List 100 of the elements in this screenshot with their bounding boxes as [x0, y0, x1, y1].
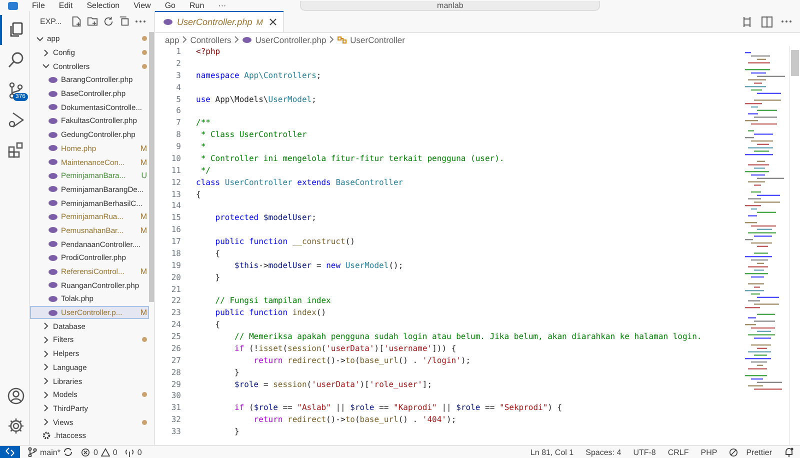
warning-count: 0 — [112, 448, 118, 456]
breadcrumb-item[interactable]: UserController.php — [255, 34, 326, 44]
line-number: 12 — [170, 176, 181, 188]
run-debug-icon — [6, 111, 24, 129]
editor-tab[interactable]: UserController.php M — [155, 11, 284, 32]
split-editor-icon[interactable] — [761, 16, 773, 28]
code-line: return redirect()->to(base_url() . '/login'); — [252, 354, 471, 367]
code-line: // Memeriksa apakah pengguna sudah login atau belum. Jika belum, akan diarahkan ke halaman login. — [234, 331, 702, 343]
line-number: 10 — [170, 152, 181, 165]
code-line: public function __construct() — [214, 236, 355, 248]
code-line: namespace App\Controllers; — [196, 70, 322, 82]
remote-icon[interactable] — [0, 446, 20, 458]
code-line: { — [196, 188, 201, 200]
new-file-icon[interactable] — [70, 16, 82, 27]
prohibited-icon — [729, 448, 738, 456]
menu-item[interactable]: Edit — [58, 0, 73, 10]
breadcrumb-item[interactable]: app — [165, 34, 180, 44]
status-item[interactable]: Ln 81, Col 1 — [530, 448, 574, 456]
code-line: if ($role == "Aslab" || $role == "Kaprodi" || $role == "Sekprodi") { — [234, 402, 562, 414]
code-line: <?php — [196, 46, 220, 58]
collapse-icon[interactable] — [118, 16, 130, 27]
menu-item[interactable]: File — [32, 0, 45, 10]
warning-icon — [100, 448, 110, 456]
breadcrumb-item[interactable]: UserController — [350, 34, 405, 44]
app-logo-icon — [8, 2, 18, 10]
class-icon — [337, 34, 348, 44]
error-count: 0 — [93, 448, 98, 456]
search-icon — [6, 51, 24, 69]
branch-status[interactable]: main* — [28, 447, 74, 457]
menu-item[interactable]: Selection — [86, 0, 120, 10]
line-number: 18 — [170, 248, 181, 260]
line-number: 15 — [170, 212, 181, 224]
menu-item[interactable]: ··· — [218, 0, 226, 10]
line-number: 3 — [175, 70, 181, 82]
branch-name: main* — [40, 448, 60, 456]
account-icon[interactable] — [6, 387, 24, 405]
bell-icon[interactable] — [784, 447, 794, 457]
code-line: /** — [196, 117, 210, 130]
status-item[interactable]: CRLF — [668, 448, 689, 456]
code-line: } — [234, 366, 240, 378]
refresh-icon[interactable] — [102, 16, 114, 27]
code-line: return redirect()->to(base_url() . '404'); — [252, 414, 456, 426]
code-line: * Controller ini mengelola fitur-fitur terkait pengguna (user). — [200, 152, 504, 165]
status-item[interactable]: PHP — [700, 448, 718, 456]
line-number: 4 — [175, 82, 181, 94]
line-number: 23 — [170, 307, 181, 320]
branch-icon — [28, 447, 37, 457]
code-line: } — [214, 272, 220, 284]
menu-item[interactable]: Go — [164, 0, 176, 10]
code-line: public function index() — [214, 307, 326, 320]
code-line: $role = session('userData')['role_user']; — [234, 378, 432, 390]
line-number: 24 — [170, 319, 181, 331]
ports-count: 0 — [137, 448, 142, 456]
extensions-icon — [6, 141, 24, 159]
ports-status[interactable]: 0 — [125, 448, 142, 456]
code-line: $this->modelUser = new UserModel(); — [234, 260, 404, 272]
code-line: if (!isset(session('userData')['username'])) { — [234, 342, 456, 355]
menu-item[interactable]: View — [134, 0, 151, 10]
line-number: 5 — [175, 94, 181, 106]
line-number: 25 — [170, 331, 181, 343]
status-item[interactable]: Spaces: 4 — [586, 448, 622, 456]
code-line: * Class UserController — [200, 129, 307, 141]
chevron-icon — [182, 36, 188, 43]
command-center[interactable]: manlab — [300, 0, 600, 10]
more-icon[interactable] — [134, 20, 146, 23]
problems-status[interactable]: 0 0 — [81, 448, 118, 456]
breadcrumb-item[interactable]: Controllers — [190, 34, 232, 44]
close-icon[interactable] — [268, 18, 277, 26]
line-number: 32 — [170, 414, 181, 426]
gear-icon — [42, 431, 51, 440]
line-number: 9 — [175, 141, 181, 153]
status-item[interactable]: UTF-8 — [633, 448, 656, 456]
antenna-icon — [125, 448, 134, 456]
line-number: 8 — [175, 129, 181, 141]
menu-item[interactable]: Run — [189, 0, 204, 10]
branch-icon — [6, 81, 24, 99]
code-line: */ — [200, 164, 210, 177]
code-line: // Fungsi tampilan index — [214, 295, 331, 308]
code-line: { — [214, 319, 220, 331]
chevron-icon — [329, 36, 334, 43]
line-number: 22 — [170, 295, 181, 308]
line-number: 30 — [170, 390, 181, 402]
settings-icon[interactable] — [6, 417, 24, 435]
line-number: 13 — [170, 188, 181, 200]
line-number: 11 — [170, 164, 181, 177]
code-line: use App\Models\UserModel; — [196, 94, 316, 106]
status-item[interactable]: Prettier — [746, 448, 772, 456]
line-number: 31 — [170, 402, 181, 414]
new-folder-icon[interactable] — [86, 16, 98, 27]
code-line: protected $modelUser; — [214, 212, 316, 224]
line-number: 2 — [175, 58, 181, 70]
line-number: 6 — [175, 105, 181, 118]
more-icon[interactable] — [781, 20, 792, 23]
code-line: class UserController extends BaseController — [196, 176, 404, 188]
code-line: } — [234, 426, 240, 438]
line-number: 28 — [170, 366, 181, 378]
chevron-icon — [234, 36, 240, 43]
line-number: 29 — [170, 378, 181, 390]
line-number: 33 — [170, 426, 181, 438]
code-line: { — [214, 248, 220, 260]
